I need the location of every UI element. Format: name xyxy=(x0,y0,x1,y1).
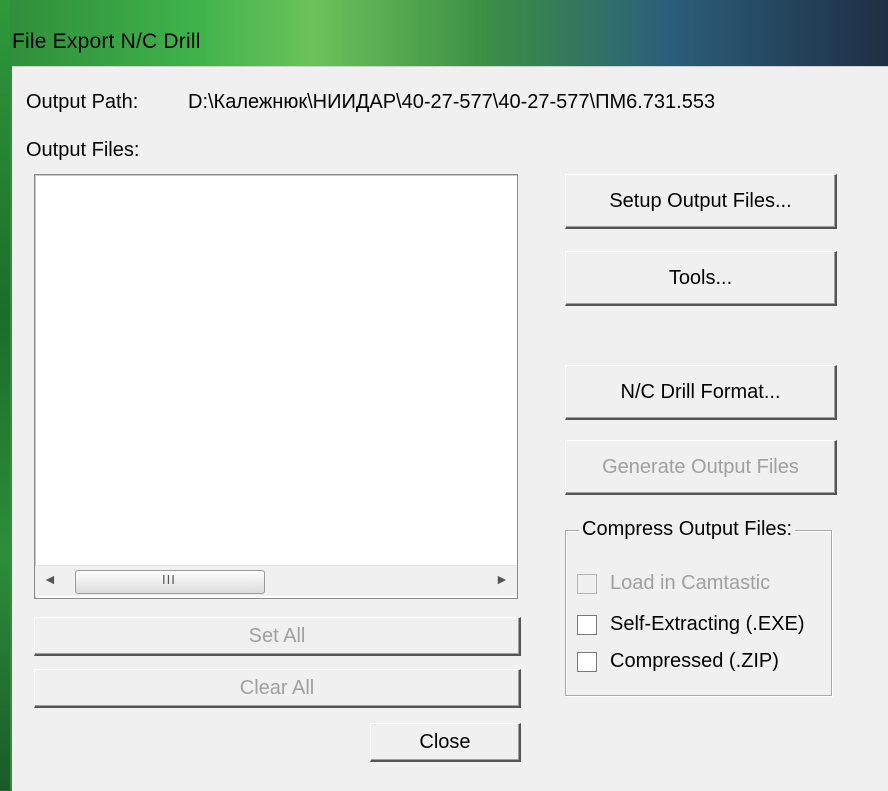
clear-all-button[interactable]: Clear All xyxy=(34,669,521,708)
compressed-zip-checkbox[interactable] xyxy=(577,652,597,672)
close-button[interactable]: Close xyxy=(370,723,521,762)
window-frame-left-edge xyxy=(0,0,10,790)
compressed-zip-label: Compressed (.ZIP) xyxy=(610,650,779,672)
window-title: File Export N/C Drill xyxy=(12,30,201,53)
load-in-camtastic-checkbox[interactable] xyxy=(577,574,597,594)
scroll-thumb[interactable]: III xyxy=(75,570,265,594)
scroll-grip-icon: III xyxy=(162,572,176,587)
tools-button[interactable]: Tools... xyxy=(565,251,837,306)
dialog-body: Output Path: D:\Калежнюк\НИИДАР\40-27-57… xyxy=(12,66,888,791)
horizontal-scrollbar[interactable]: ◄ III ► xyxy=(35,565,517,596)
output-path-value: D:\Калежнюк\НИИДАР\40-27-577\40-27-577\П… xyxy=(188,91,716,113)
nc-drill-format-button[interactable]: N/C Drill Format... xyxy=(565,365,837,420)
set-all-button[interactable]: Set All xyxy=(34,617,521,656)
setup-output-files-button[interactable]: Setup Output Files... xyxy=(565,174,837,229)
load-in-camtastic-label: Load in Camtastic xyxy=(610,572,771,594)
title-bar[interactable]: File Export N/C Drill xyxy=(10,12,888,66)
output-path-label: Output Path: xyxy=(26,91,139,113)
output-files-label: Output Files: xyxy=(26,139,140,161)
scroll-right-arrow-icon[interactable]: ► xyxy=(495,571,509,587)
output-files-list[interactable] xyxy=(34,174,518,599)
compress-output-files-title: Compress Output Files: xyxy=(579,518,796,541)
self-extracting-checkbox[interactable] xyxy=(577,615,597,635)
self-extracting-label: Self-Extracting (.EXE) xyxy=(610,613,805,635)
generate-output-files-button[interactable]: Generate Output Files xyxy=(565,440,837,495)
scroll-left-arrow-icon[interactable]: ◄ xyxy=(43,571,57,587)
